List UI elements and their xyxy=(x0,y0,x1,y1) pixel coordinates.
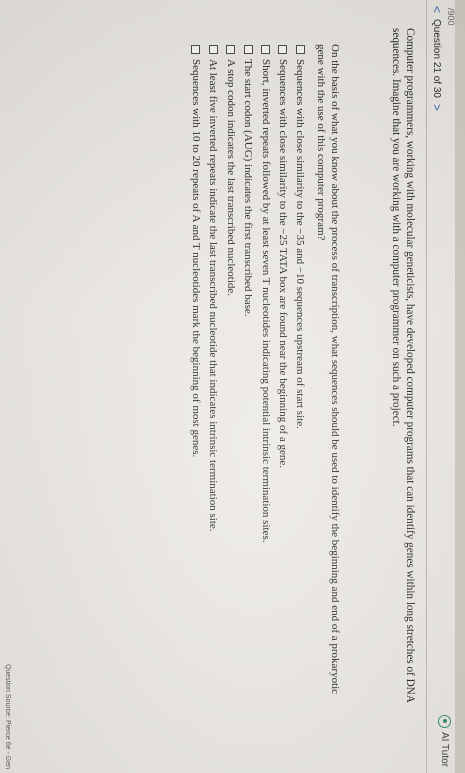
answer-option[interactable]: At least five inverted repeats indicate … xyxy=(205,45,222,542)
header-divider xyxy=(426,0,427,773)
checkbox-icon[interactable] xyxy=(278,45,288,54)
browser-top-strip xyxy=(455,0,465,773)
checkbox-icon[interactable] xyxy=(243,45,253,54)
answer-option-label: Sequences with close similarity to the −… xyxy=(276,59,289,468)
answer-option[interactable]: Sequences with close similarity to the −… xyxy=(274,45,291,542)
answer-option[interactable]: A stop codon indicates the last transcri… xyxy=(222,45,239,542)
answer-option[interactable]: Short, inverted repeats followed by at l… xyxy=(257,45,274,542)
answer-option-label: Sequences with close similarity to the −… xyxy=(294,59,307,429)
answer-option-label: Sequences with 10 to 20 repeats of A and… xyxy=(189,59,202,458)
question-counter: Question 21 of 30 xyxy=(431,19,443,98)
answer-option-label: At least five inverted repeats indicate … xyxy=(207,59,220,532)
checkbox-icon[interactable] xyxy=(191,45,201,54)
previous-question-button[interactable]: < xyxy=(430,6,444,13)
ai-tutor-icon xyxy=(438,714,451,728)
question-source: Question Source: Pierce 6e - Gen xyxy=(4,663,11,769)
score-label: /900 xyxy=(446,8,456,26)
answer-option-label: Short, inverted repeats followed by at l… xyxy=(259,59,272,543)
answer-option[interactable]: Sequences with 10 to 20 repeats of A and… xyxy=(187,45,204,542)
question-page: /900 < Question 21 of 30 > AI Tutor Comp… xyxy=(0,0,465,773)
question-intro: Computer programmers, working with molec… xyxy=(390,28,416,703)
checkbox-icon[interactable] xyxy=(295,45,305,54)
question-navigation: < Question 21 of 30 > xyxy=(430,6,444,111)
answer-option[interactable]: Sequences with close similarity to the −… xyxy=(292,45,309,542)
answer-option-label: The start codon (AUG) indicates the firs… xyxy=(242,59,255,317)
answer-options: Sequences with close similarity to the −… xyxy=(187,45,309,542)
checkbox-icon[interactable] xyxy=(226,45,236,54)
answer-option[interactable]: The start codon (AUG) indicates the firs… xyxy=(239,45,256,542)
answer-option-label: A stop codon indicates the last transcri… xyxy=(224,59,237,297)
checkbox-icon[interactable] xyxy=(208,45,218,54)
ai-tutor-label: AI Tutor xyxy=(439,731,450,767)
question-prompt: On the basis of what you know about the … xyxy=(315,44,341,695)
ai-tutor-button[interactable]: AI Tutor xyxy=(438,714,451,767)
next-question-button[interactable]: > xyxy=(430,104,444,111)
checkbox-icon[interactable] xyxy=(261,45,271,54)
